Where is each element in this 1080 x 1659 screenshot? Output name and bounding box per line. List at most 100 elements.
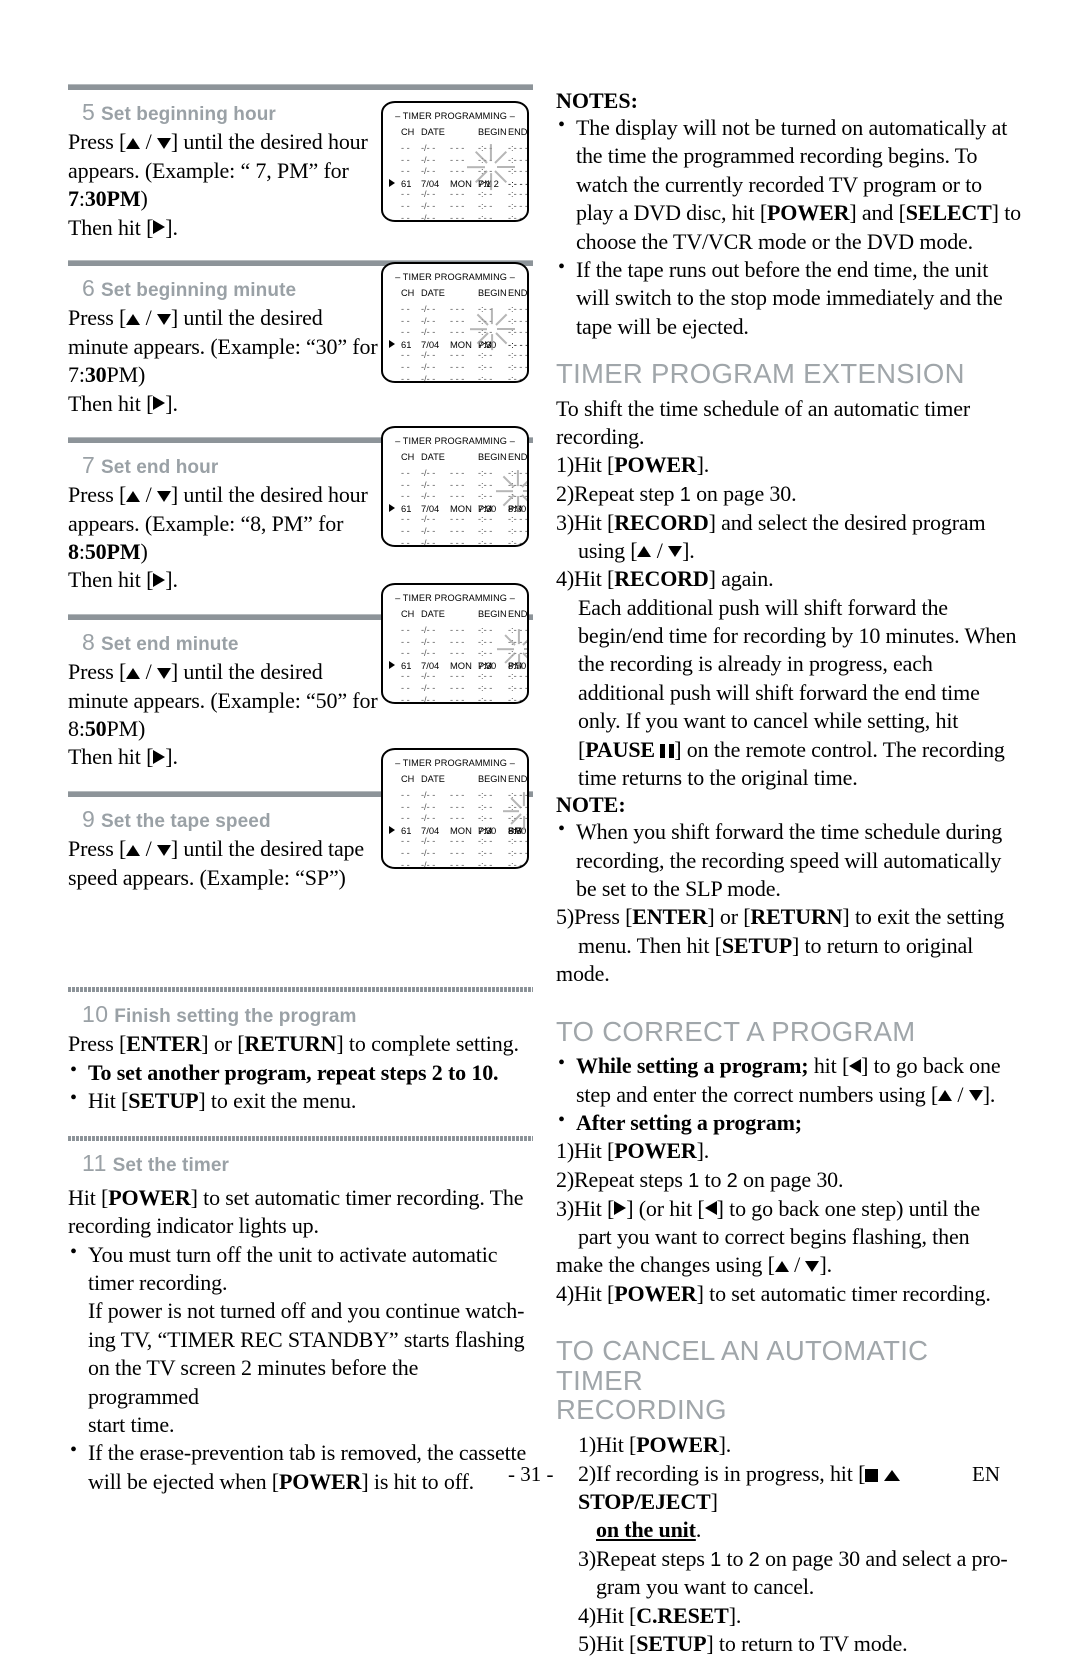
cell-begin: -:- - xyxy=(478,801,493,812)
table-row: - --/- -- - --:- --:- - - - xyxy=(383,304,527,316)
cell-ch: - - xyxy=(401,350,410,361)
table-row: - --/- -- - --:- --:- - - - xyxy=(383,836,527,848)
cell-date: -/- - xyxy=(421,200,436,211)
list-item: If the erase-prevention tab is removed, … xyxy=(68,1438,533,1496)
table-row: - --/- -- - --:- --:- - - - xyxy=(383,491,527,503)
play-arrow-icon xyxy=(153,220,166,235)
cell-date: -/- - xyxy=(421,154,436,165)
cell-end: -:- - - - xyxy=(508,813,528,824)
cell-ch: - - xyxy=(401,479,410,490)
step-7-line-1: Press [ / ] until the desired hour appea… xyxy=(68,482,368,565)
step-11-line-1: Hit [POWER] to set automatic timer recor… xyxy=(68,1184,524,1239)
pause-icon xyxy=(660,743,675,758)
tv-title: – TIMER PROGRAMMING – xyxy=(395,436,515,446)
cell-ch: - - xyxy=(401,682,410,693)
notes-list: The display will not be turned on automa… xyxy=(556,113,1021,341)
cell-date: -/- - xyxy=(421,790,436,800)
cell-begin: -:- - xyxy=(478,154,493,165)
tv-rows: - --/- -- - --:- --:- - - - - - -/- - - - … xyxy=(383,468,527,547)
cell-end: -:- - - - xyxy=(508,315,528,326)
cell-day: - - - xyxy=(450,154,465,165)
screen-step6: – TIMER PROGRAMMING – CH DATE BEGIN END … xyxy=(381,262,529,383)
tv-column-headers: CH DATE BEGIN END xyxy=(383,127,527,140)
correct-bullets: While setting a program; hit [] to go ba… xyxy=(556,1051,1021,1137)
cell-day: MON xyxy=(450,659,472,671)
cell-day: - - - xyxy=(450,491,465,502)
tv-header-ch: CH xyxy=(401,127,415,137)
cell-date: -/- - xyxy=(421,361,436,372)
tv-rows: - --/- -- - --:- --:- - - - - --/- -- - … xyxy=(383,304,528,381)
cell-ch: - - xyxy=(401,694,410,704)
list-item: 4)Hit [POWER] to set automatic timer rec… xyxy=(556,1280,991,1306)
cell-date: -/- - xyxy=(421,648,436,659)
list-item: If the tape runs out before the end time… xyxy=(556,255,1021,341)
cell-day: - - - xyxy=(450,200,465,211)
cell-end: -:- - - - xyxy=(508,304,528,314)
cell-date: 7/04 xyxy=(421,824,440,836)
tv-header-ch: CH xyxy=(401,288,415,298)
cell-date: -/- - xyxy=(421,801,436,812)
step-6-number: 6 xyxy=(82,274,96,301)
cell-begin: -:- - xyxy=(478,836,493,847)
tv-title: – TIMER PROGRAMMING – xyxy=(395,272,515,282)
heading-to-cancel-automatic-timer-recording: TO CANCEL AN AUTOMATIC TIMER RECORDING xyxy=(556,1336,1021,1425)
cell-ch: - - xyxy=(401,143,410,153)
table-row-active: 61 7/04 MON 7:1 2PM -:- - - - xyxy=(383,178,527,190)
cell-end: -:- - - - xyxy=(508,166,528,177)
cell-date: -/- - xyxy=(421,682,436,693)
table-row: - --/- -- - --:- --:- - - - xyxy=(383,694,527,704)
cell-day: - - - xyxy=(450,304,465,314)
tv-header-end: END xyxy=(508,452,528,462)
list-item: 1)Hit [POWER]. xyxy=(556,1138,710,1164)
step-9-body: Press [ / ] until the desired tape speed… xyxy=(68,835,408,892)
tv-header-end: END xyxy=(508,774,528,784)
note-heading: NOTE: xyxy=(556,792,626,818)
cell-begin: -:- - xyxy=(478,304,493,314)
cell-begin: -:- - xyxy=(478,514,493,525)
cell-day: - - - xyxy=(450,813,465,824)
step-5-body: Press [ / ] until the desired hour appea… xyxy=(68,128,388,242)
table-row: - --/- -- - --:- --:- - - - xyxy=(383,514,527,526)
cell-end: -:- - - - xyxy=(508,177,529,189)
correct-steps: 1)Hit [POWER]. 2)Repeat steps 1 to 2 on … xyxy=(556,1137,1021,1308)
cell-date: -/- - xyxy=(421,525,436,536)
play-arrow-icon xyxy=(153,396,166,410)
tv-rows: - --/- -- - --:- --:- - - - - --/- -- - … xyxy=(383,790,528,869)
list-item: 5)Hit [SETUP] to return to TV mode. xyxy=(578,1631,908,1657)
cell-end: -:- - - - xyxy=(508,682,528,693)
table-row: - --/- -- - --:- --:- - - - xyxy=(383,637,527,649)
cell-begin: -:- - xyxy=(478,166,493,177)
cell-day: MON xyxy=(450,177,472,189)
up-arrow-icon xyxy=(126,313,141,325)
step-7-line-2: Then hit []. xyxy=(68,567,178,593)
cell-ch: - - xyxy=(401,671,410,682)
cell-date: -/- - xyxy=(421,327,436,338)
heading-line-1: TO CANCEL AN AUTOMATIC TIMER xyxy=(556,1335,929,1396)
cell-begin: -:- - xyxy=(478,790,493,800)
heading-line-2: RECORDING xyxy=(556,1394,727,1426)
table-row: - --/- -- - --:- --:- - - - xyxy=(383,213,527,220)
cell-date: -/- - xyxy=(421,537,436,547)
cell-end: -:- - - - xyxy=(508,801,528,812)
cell-ch: - - xyxy=(401,514,410,525)
cell-begin: -:- - xyxy=(478,625,493,635)
list-item: The display will not be turned on automa… xyxy=(556,113,1021,256)
cell-day: - - - xyxy=(450,859,465,869)
step-6-line-1: Press [ / ] until the desired minute app… xyxy=(68,305,378,388)
page-language: EN xyxy=(972,1462,1000,1486)
cell-ch: - - xyxy=(401,315,410,326)
step-7-number: 7 xyxy=(82,451,96,478)
cell-day: - - - xyxy=(450,525,465,536)
selection-arrow-icon xyxy=(389,339,395,350)
table-row: - --/- -- - --:- --:- - - - xyxy=(383,802,527,814)
table-row: - --/- -- - --:- --:- - - - xyxy=(383,859,527,869)
cell-date: -/- - xyxy=(421,847,436,858)
cell-ch: - - xyxy=(401,847,410,858)
tv-header-ch: CH xyxy=(401,609,415,619)
cell-begin: -:- - xyxy=(478,189,493,200)
cell-day: MON xyxy=(450,824,472,836)
list-item: 3)Repeat steps 1 to 2 on page 30 and sel… xyxy=(578,1545,1008,1600)
list-item: 1)Hit [POWER]. xyxy=(578,1432,732,1458)
tv-title: – TIMER PROGRAMMING – xyxy=(395,593,515,603)
cell-ch: - - xyxy=(401,790,410,800)
